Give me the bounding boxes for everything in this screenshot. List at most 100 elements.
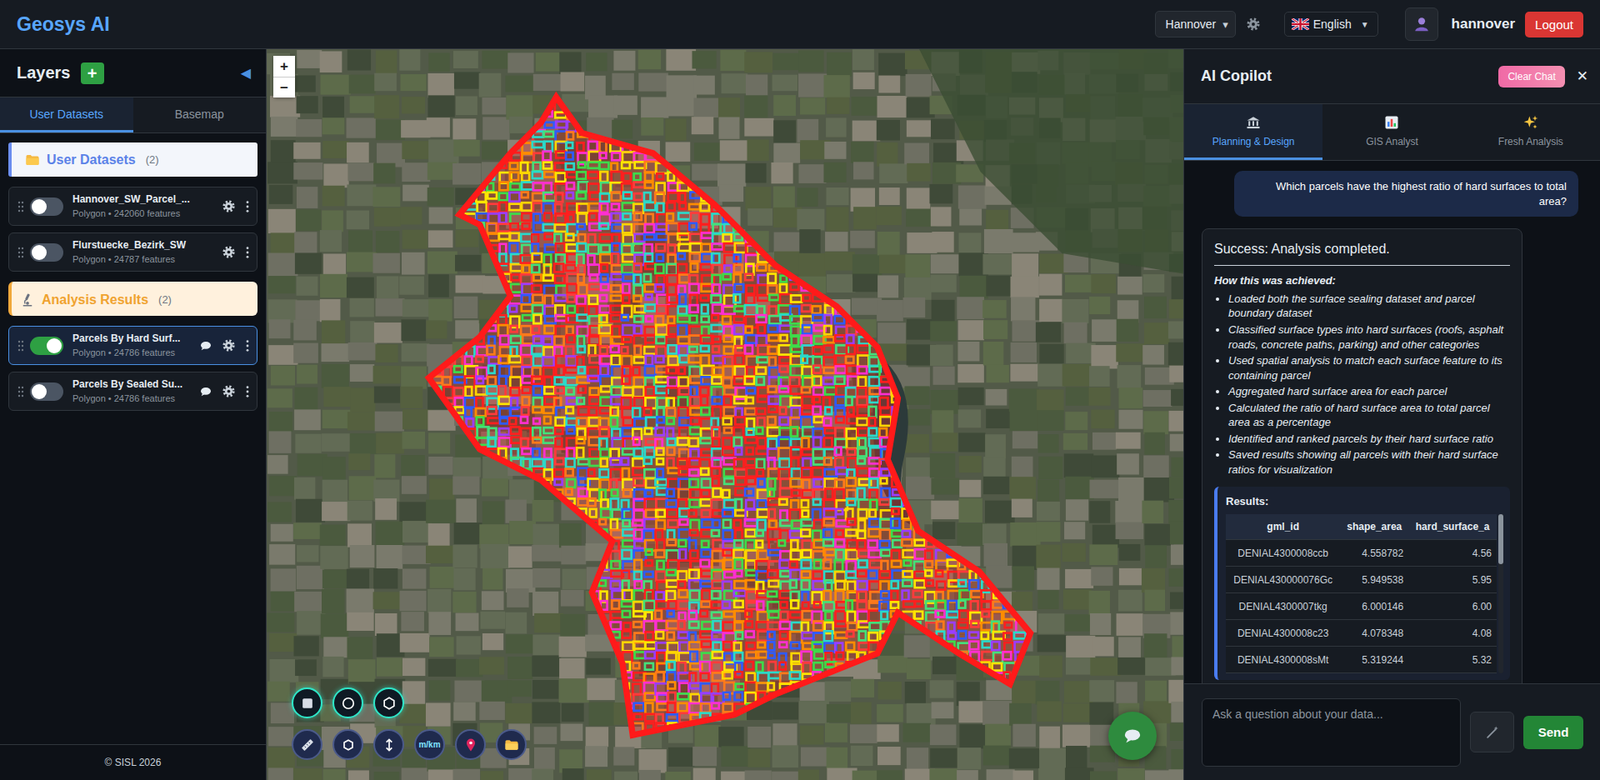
- terrain-patch: [1171, 276, 1184, 300]
- user-avatar[interactable]: [1405, 7, 1439, 41]
- terrain-patch: [1117, 276, 1143, 295]
- terrain-patch: [350, 433, 378, 455]
- terrain-patch: [375, 613, 398, 636]
- more-options-icon[interactable]: [245, 385, 250, 399]
- add-layer-button[interactable]: +: [80, 62, 105, 85]
- layer-item[interactable]: Parcels By Hard Surf...Polygon • 24786 f…: [8, 325, 258, 365]
- chat-bubble-icon[interactable]: [199, 385, 213, 399]
- terrain-patch: [295, 252, 322, 274]
- terrain-patch: [796, 119, 819, 143]
- terrain-patch: [1090, 345, 1118, 369]
- layer-settings-gear-icon[interactable]: [221, 338, 236, 353]
- terrain-patch: [853, 72, 875, 90]
- layer-visibility-toggle[interactable]: [30, 382, 64, 401]
- terrain-patch: [270, 232, 297, 255]
- terrain-patch: [532, 680, 560, 700]
- layer-item[interactable]: Hannover_SW_Parcel_...Polygon • 242060 f…: [8, 186, 258, 226]
- terrain-patch: [1012, 770, 1034, 780]
- terrain-patch: [350, 298, 375, 317]
- drag-handle-icon[interactable]: [17, 246, 25, 259]
- terrain-patch: [906, 658, 931, 680]
- drag-handle-icon[interactable]: [17, 385, 25, 398]
- settings-gear-icon[interactable]: [1245, 16, 1261, 32]
- terrain-patch: [800, 747, 830, 767]
- layer-visibility-toggle[interactable]: [30, 197, 64, 216]
- terrain-patch: [772, 53, 799, 70]
- terrain-patch: [585, 658, 611, 675]
- more-options-icon[interactable]: [245, 245, 250, 260]
- terrain-patch: [640, 96, 669, 118]
- terrain-patch: [1039, 344, 1064, 364]
- drag-handle-icon[interactable]: [17, 340, 25, 352]
- terrain-patch: [400, 319, 426, 341]
- terrain-patch: [479, 73, 502, 98]
- terrain-patch: [1168, 500, 1184, 525]
- chat-bubble-icon[interactable]: [199, 339, 213, 353]
- terrain-patch: [428, 52, 450, 71]
- terrain-patch: [348, 659, 376, 684]
- sidebar-tab[interactable]: Basemap: [133, 97, 267, 133]
- terrain-patch: [321, 364, 350, 389]
- terrain-patch: [295, 434, 321, 454]
- logout-button[interactable]: Logout: [1525, 11, 1584, 38]
- terrain-patch: [1118, 477, 1146, 502]
- terrain-patch: [717, 163, 746, 186]
- terrain-patch: [956, 770, 979, 780]
- layer-settings-gear-icon[interactable]: [221, 384, 236, 399]
- terrain-patch: [774, 232, 804, 255]
- terrain-patch: [402, 568, 426, 589]
- terrain-patch: [270, 659, 300, 683]
- terrain-patch: [320, 230, 342, 252]
- terrain-patch: [1090, 613, 1111, 635]
- sidebar-tab[interactable]: User Datasets: [0, 97, 134, 133]
- terrain-patch: [323, 386, 350, 407]
- layer-meta: Polygon • 24786 features: [72, 392, 194, 405]
- app-logo[interactable]: Geosys AI: [16, 13, 110, 36]
- map-view[interactable]: +−m/km: [266, 49, 1184, 780]
- layer-visibility-toggle[interactable]: [30, 243, 64, 262]
- terrain-patch: [959, 480, 981, 498]
- collapse-sidebar-button[interactable]: ◀: [240, 65, 251, 81]
- more-options-icon[interactable]: [245, 200, 250, 214]
- terrain-patch: [611, 120, 633, 140]
- terrain-patch: [665, 118, 686, 141]
- terrain-patch: [665, 771, 690, 780]
- terrain-patch: [906, 703, 936, 726]
- more-options-icon[interactable]: [245, 339, 250, 353]
- layer-settings-gear-icon[interactable]: [221, 245, 236, 260]
- terrain-patch: [350, 364, 375, 382]
- language-select[interactable]: English▼: [1284, 11, 1379, 37]
- terrain-patch: [455, 95, 478, 115]
- terrain-patch: [666, 75, 698, 100]
- terrain-patch: [561, 703, 585, 722]
- terrain-patch: [1117, 768, 1145, 780]
- terrain-patch: [691, 164, 720, 181]
- terrain-patch: [1170, 457, 1184, 477]
- layer-settings-gear-icon[interactable]: [221, 199, 236, 214]
- section-header[interactable]: Analysis Results(2): [8, 281, 258, 316]
- section-header[interactable]: User Datasets(2): [8, 142, 258, 177]
- drag-handle-icon[interactable]: [17, 200, 25, 213]
- terrain-patch: [296, 50, 322, 69]
- terrain-patch: [1117, 657, 1147, 675]
- terrain-patch: [321, 320, 345, 344]
- terrain-patch: [1168, 410, 1184, 432]
- terrain-patch: [534, 747, 555, 770]
- top-bar-controls: Hannover▾English▼hannoverLogout: [1155, 7, 1584, 41]
- terrain-patch: [425, 545, 455, 564]
- layer-item[interactable]: Parcels By Sealed Su...Polygon • 24786 f…: [8, 371, 258, 411]
- terrain-patch: [425, 500, 456, 524]
- terrain-patch: [430, 566, 455, 589]
- section-count: (2): [158, 293, 172, 306]
- layer-item[interactable]: Flurstuecke_Bezirk_SWPolygon • 24787 fea…: [8, 232, 258, 272]
- satellite-map[interactable]: [266, 49, 1184, 780]
- terrain-patch: [562, 569, 587, 590]
- terrain-patch: [773, 185, 795, 210]
- city-select[interactable]: Hannover▾: [1155, 10, 1236, 38]
- terrain-patch: [985, 275, 1013, 297]
- terrain-patch: [320, 525, 346, 546]
- terrain-patch: [452, 769, 480, 780]
- terrain-patch: [426, 117, 450, 138]
- layer-visibility-toggle[interactable]: [30, 336, 64, 355]
- terrain-patch: [876, 724, 900, 742]
